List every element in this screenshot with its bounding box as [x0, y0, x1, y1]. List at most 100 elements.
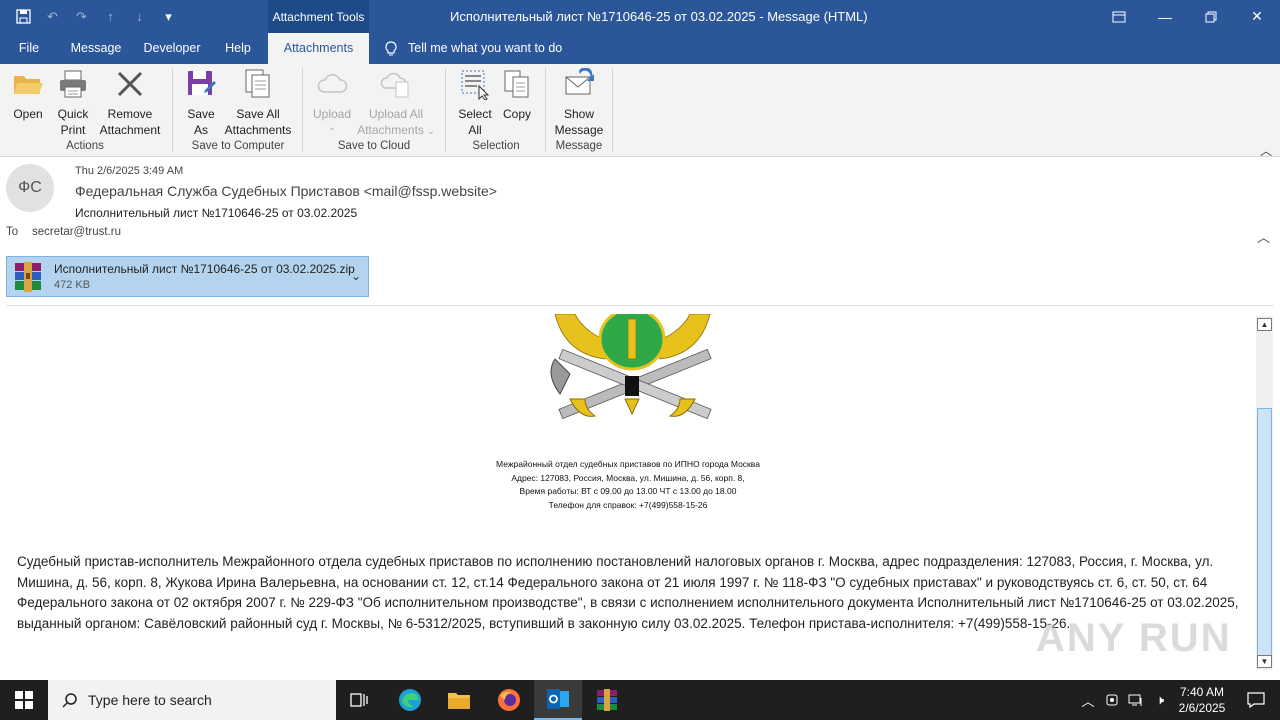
group-label-selection: Selection: [472, 140, 520, 152]
clock-time: 7:40 AM: [1179, 685, 1225, 699]
scroll-thumb[interactable]: [1257, 408, 1272, 664]
tell-me-label: Tell me what you want to do: [408, 41, 563, 55]
customize-toolbar-icon[interactable]: ▾: [159, 7, 178, 26]
volume-icon[interactable]: 🕨: [1148, 680, 1172, 720]
remove-x-icon: [117, 71, 143, 97]
documents-icon: [245, 69, 270, 98]
message-header: ФС Thu 2/6/2025 3:49 AM Федеральная Служ…: [0, 157, 1280, 247]
firefox-icon[interactable]: [485, 680, 533, 720]
search-placeholder: Type here to search: [88, 692, 212, 708]
org-info: Межрайонный отдел судебных приставов по …: [0, 458, 1256, 512]
org-address: Адрес: 127083, Россия, Москва, ул. Мишин…: [511, 472, 745, 483]
fssp-emblem-image: [550, 314, 712, 420]
chevron-down-icon: ⌄: [427, 126, 435, 136]
vertical-scrollbar[interactable]: ▲ ▼: [1256, 316, 1273, 670]
clock-date: 2/6/2025: [1178, 701, 1226, 715]
folder-open-icon: [14, 76, 43, 94]
group-separator: [612, 68, 613, 152]
select-all-button[interactable]: Select All: [455, 68, 495, 138]
attachment-item[interactable]: Исполнительный лист №1710646-25 от 03.02…: [6, 256, 369, 297]
group-label-actions: Actions: [66, 140, 104, 152]
copy-button[interactable]: Copy: [499, 68, 535, 122]
tab-help[interactable]: Help: [216, 33, 260, 64]
ribbon: Open Quick Print Remove Attachment Actio…: [0, 64, 1280, 158]
show-message-button[interactable]: Show Message: [552, 68, 606, 138]
remove-attachment-button[interactable]: Remove Attachment: [96, 68, 164, 138]
ribbon-tabs: File Message Developer Help Attachments …: [0, 33, 1280, 64]
scroll-down-icon[interactable]: ▼: [1257, 655, 1272, 668]
group-separator: [302, 68, 303, 152]
ribbon-display-options-icon[interactable]: [1096, 0, 1142, 33]
windows-logo-icon: [15, 691, 33, 709]
select-all-icon: [461, 70, 490, 100]
title-bar: ↶ ↷ ↑ ↓ ▾ Attachment Tools Исполнительны…: [0, 0, 1280, 33]
taskbar: Type here to search ︿ 🕨 7:40 AM 2/6/2025: [0, 680, 1280, 720]
cloud-icon: [317, 74, 348, 93]
message-body: Межрайонный отдел судебных приставов по …: [0, 306, 1256, 680]
context-tab-group-label: Attachment Tools: [268, 0, 369, 33]
maximize-icon[interactable]: [1188, 0, 1234, 33]
taskbar-search[interactable]: Type here to search: [48, 680, 336, 720]
group-label-save-to-computer: Save to Computer: [191, 140, 285, 152]
tell-me-search[interactable]: Tell me what you want to do: [384, 33, 562, 64]
cloud-documents-icon: [380, 72, 409, 98]
next-item-icon[interactable]: ↓: [130, 7, 149, 26]
task-view-icon[interactable]: [336, 680, 384, 720]
upload-all-attachments-button[interactable]: Upload All Attachments ⌄: [356, 68, 436, 139]
chevron-down-icon[interactable]: ⌄: [351, 269, 361, 283]
recipient[interactable]: secretar@trust.ru: [32, 226, 121, 238]
winrar-icon[interactable]: [583, 680, 631, 720]
collapse-header-icon[interactable]: ︿: [1257, 227, 1270, 246]
search-icon: [62, 693, 77, 708]
save-as-button[interactable]: Save As: [182, 68, 220, 138]
chevron-up-icon[interactable]: ︿: [1076, 680, 1100, 720]
open-button[interactable]: Open: [8, 68, 48, 122]
org-hours: Время работы: ВТ с 09.00 до 13.00 ЧТ с 1…: [519, 486, 737, 496]
lightbulb-icon: [385, 40, 397, 55]
message-date: Thu 2/6/2025 3:49 AM: [75, 165, 184, 177]
winrar-archive-icon: [15, 262, 41, 292]
group-separator: [172, 68, 173, 152]
edge-icon[interactable]: [386, 680, 434, 720]
tab-developer[interactable]: Developer: [138, 33, 206, 64]
network-icon[interactable]: [1124, 680, 1148, 720]
previous-item-icon[interactable]: ↑: [101, 7, 120, 26]
start-button[interactable]: [0, 680, 48, 720]
org-phone: Телефон для справок: +7(499)558-15-26: [548, 499, 708, 510]
window-controls: — ✕: [1096, 0, 1280, 33]
attachment-size: 472 KB: [54, 279, 91, 291]
system-tray: ︿ 🕨 7:40 AM 2/6/2025: [1076, 680, 1280, 720]
scroll-up-icon[interactable]: ▲: [1257, 318, 1272, 331]
quick-print-button[interactable]: Quick Print: [52, 68, 94, 138]
outlook-icon[interactable]: [534, 680, 582, 720]
attachment-name: Исполнительный лист №1710646-25 от 03.02…: [54, 262, 355, 276]
tab-attachments[interactable]: Attachments: [268, 33, 369, 64]
message-subject: Исполнительный лист №1710646-25 от 03.02…: [75, 206, 358, 220]
anyrun-watermark: ANY RUN: [1036, 616, 1232, 660]
file-explorer-icon[interactable]: [435, 680, 483, 720]
copy-icon: [504, 70, 529, 98]
redo-icon[interactable]: ↷: [72, 7, 91, 26]
group-label-message: Message: [555, 140, 603, 152]
group-label-save-to-cloud: Save to Cloud: [337, 140, 411, 152]
minimize-icon[interactable]: —: [1142, 0, 1188, 33]
save-all-attachments-button[interactable]: Save All Attachments: [222, 68, 294, 138]
chevron-down-icon: ⌄: [328, 122, 336, 132]
tab-message[interactable]: Message: [64, 33, 128, 64]
close-icon[interactable]: ✕: [1234, 0, 1280, 33]
undo-icon[interactable]: ↶: [43, 7, 62, 26]
to-label: To: [6, 226, 19, 238]
group-separator: [445, 68, 446, 152]
avatar: ФС: [6, 164, 54, 212]
quick-access-toolbar: ↶ ↷ ↑ ↓ ▾: [14, 7, 178, 26]
security-icon[interactable]: [1100, 680, 1124, 720]
group-separator: [545, 68, 546, 152]
upload-button[interactable]: Upload ⌄: [310, 68, 354, 132]
save-as-icon: [188, 71, 216, 95]
sender[interactable]: Федеральная Служба Судебных Приставов <m…: [75, 183, 497, 199]
tab-file[interactable]: File: [8, 33, 50, 64]
notifications-icon[interactable]: [1232, 680, 1280, 720]
clock[interactable]: 7:40 AM 2/6/2025: [1172, 684, 1232, 716]
envelope-icon: [565, 68, 594, 95]
save-icon[interactable]: [14, 7, 33, 26]
